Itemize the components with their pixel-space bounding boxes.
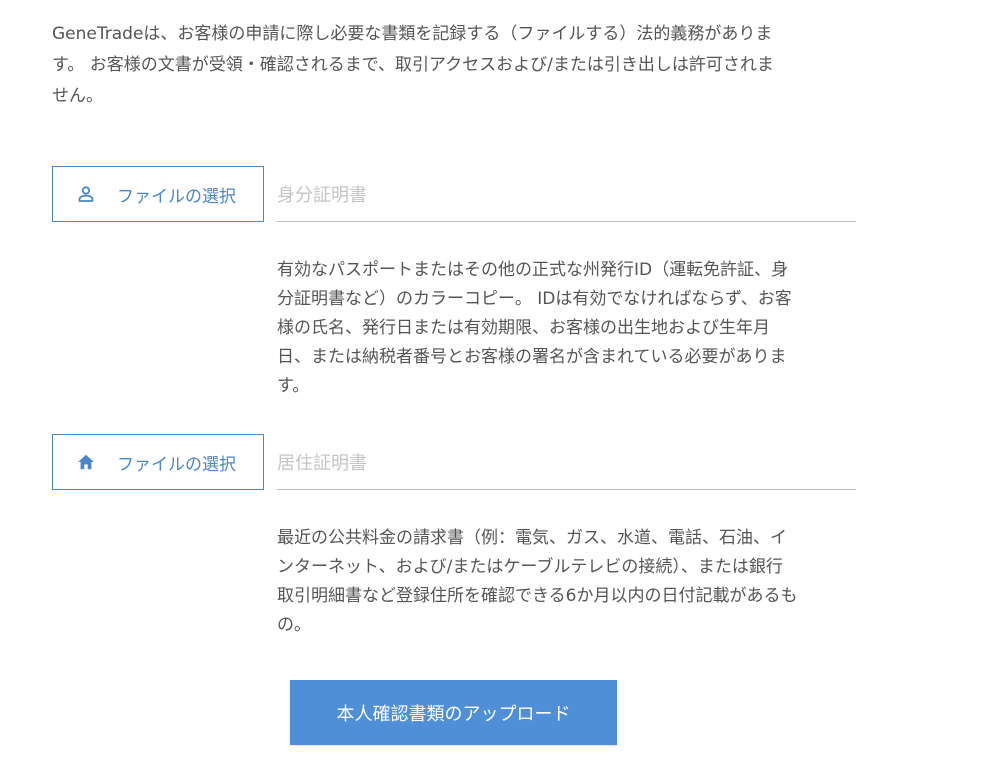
- description-line: 取引明細書など登録住所を確認できる6か月以内の日付記載があるも: [277, 586, 798, 606]
- residence-document-field[interactable]: 居住証明書: [277, 434, 856, 490]
- intro-line: せん。: [52, 86, 103, 106]
- home-icon: [77, 453, 95, 471]
- description-line: 有効なパスポートまたはその他の正式な州発行ID（運転免許証、身: [277, 260, 789, 280]
- residence-file-select-button[interactable]: ファイルの選択: [52, 434, 264, 490]
- upload-documents-button[interactable]: 本人確認書類のアップロード: [290, 680, 617, 745]
- identity-upload-row: ファイルの選択 身分証明書: [52, 166, 858, 222]
- upload-button-label: 本人確認書類のアップロード: [336, 703, 571, 725]
- description-line: 日、または納税者番号とお客様の署名が含まれている必要がありま: [277, 347, 787, 367]
- user-icon: [77, 185, 95, 203]
- intro-text: GeneTradeは、お客様の申請に際し必要な書類を記録する（ファイルする）法的…: [52, 19, 858, 112]
- description-line: 様の氏名、発行日または有効期限、お客様の出生地および生年月: [277, 318, 770, 338]
- identity-document-field[interactable]: 身分証明書: [277, 166, 856, 222]
- description-line: 分証明書など）のカラーコピー。 IDは有効でなければならず、お客: [277, 289, 792, 309]
- residence-upload-row: ファイルの選択 居住証明書: [52, 434, 858, 490]
- identity-field-placeholder: 身分証明書: [277, 184, 367, 206]
- intro-line: す。 お客様の文書が受領・確認されるまで、取引アクセスおよび/または引き出しは許…: [52, 55, 774, 75]
- description-line: す。: [277, 376, 310, 396]
- identity-description: 有効なパスポートまたはその他の正式な州発行ID（運転免許証、身 分証明書など）の…: [277, 256, 857, 401]
- residence-field-placeholder: 居住証明書: [277, 452, 367, 474]
- file-select-label: ファイルの選択: [117, 454, 236, 475]
- identity-file-select-button[interactable]: ファイルの選択: [52, 166, 264, 222]
- residence-description: 最近の公共料金の請求書（例：電気、ガス、水道、電話、石油、イ ンターネット、およ…: [277, 524, 857, 640]
- description-line: 最近の公共料金の請求書（例：電気、ガス、水道、電話、石油、イ: [277, 528, 787, 548]
- file-select-label: ファイルの選択: [117, 186, 236, 207]
- intro-line: GeneTradeは、お客様の申請に際し必要な書類を記録する（ファイルする）法的…: [52, 24, 773, 44]
- description-line: の。: [277, 615, 311, 635]
- description-line: ンターネット、および/またはケーブルテレビの接続）、または銀行: [277, 557, 783, 577]
